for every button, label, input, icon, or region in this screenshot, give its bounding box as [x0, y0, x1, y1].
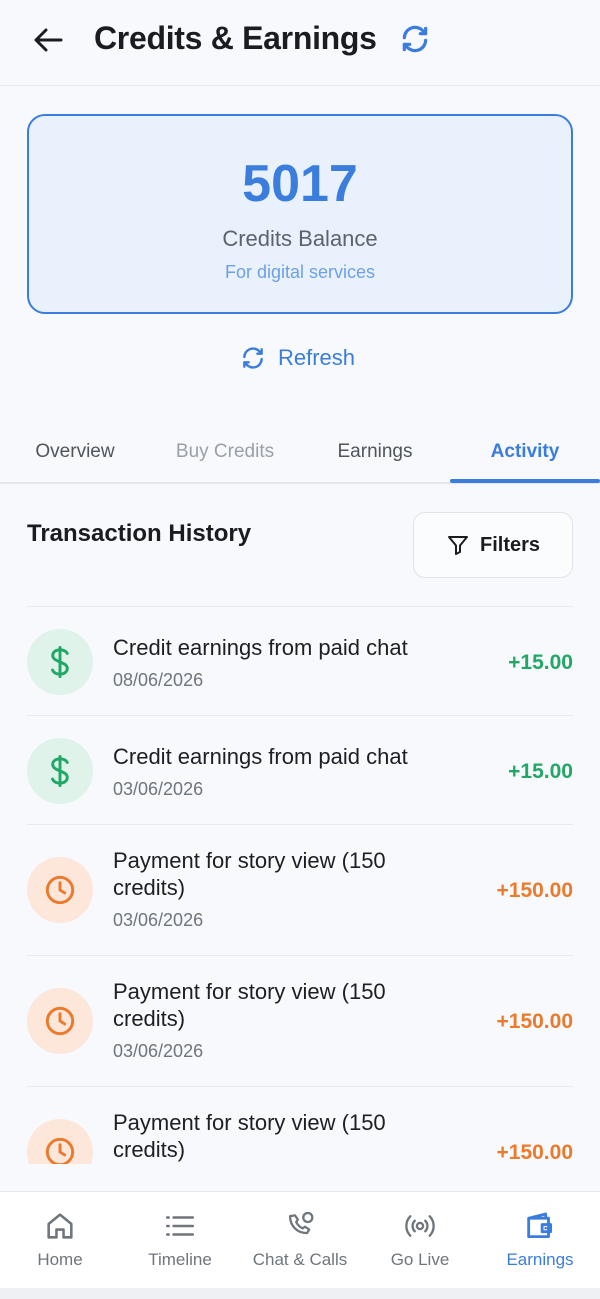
home-icon — [40, 1208, 80, 1244]
arrow-left-icon — [34, 28, 63, 52]
transaction-date: 03/06/2026 — [113, 910, 204, 930]
tab-activity[interactable]: Activity — [450, 420, 600, 484]
nav-go-live[interactable]: Go Live — [360, 1192, 480, 1289]
transaction-title: Payment for story view (150 credits) — [113, 979, 386, 1031]
transaction-amount: +150.00 — [496, 879, 574, 902]
transaction-history-title: Transaction History — [27, 520, 252, 547]
tab-earnings[interactable]: Earnings — [300, 420, 450, 484]
tab-overview[interactable]: Overview — [0, 420, 150, 484]
header-refresh-button[interactable] — [396, 20, 434, 58]
refresh-icon — [243, 347, 263, 369]
nav-chat-calls-label: Chat & Calls — [252, 1250, 348, 1269]
transaction-date: 03/06/2026 — [113, 1041, 204, 1061]
nav-earnings[interactable]: Earnings — [480, 1192, 600, 1289]
transaction-amount: +150.00 — [496, 1010, 574, 1033]
page-title: Credits & Earnings — [94, 20, 377, 56]
transaction-list: Credit earnings from paid chat 08/06/202… — [27, 606, 573, 1164]
nav-timeline[interactable]: Timeline — [120, 1192, 240, 1289]
phone-chat-icon — [280, 1208, 320, 1244]
list-icon — [160, 1208, 200, 1244]
clock-icon — [27, 988, 93, 1054]
transaction-row[interactable]: Credit earnings from paid chat 08/06/202… — [27, 606, 573, 715]
transaction-amount: +150.00 — [496, 1141, 574, 1164]
transaction-row[interactable]: Credit earnings from paid chat 03/06/202… — [27, 715, 573, 824]
app-header: Credits & Earnings — [0, 0, 600, 86]
credits-balance-label: Credits Balance — [222, 226, 378, 251]
transaction-title: Credit earnings from paid chat — [113, 635, 408, 660]
tab-buy-credits[interactable]: Buy Credits — [150, 420, 300, 484]
transaction-date: 03/06/2026 — [113, 779, 204, 799]
nav-earnings-label: Earnings — [506, 1250, 574, 1269]
nav-home[interactable]: Home — [0, 1192, 120, 1289]
refresh-label: Refresh — [278, 345, 356, 370]
active-tab-indicator — [450, 479, 600, 483]
nav-chat-calls[interactable]: Chat & Calls — [240, 1192, 360, 1289]
transaction-amount: +15.00 — [508, 760, 573, 783]
bottom-navigation: Home Timeline Chat & Calls Go Live Earni… — [0, 1191, 600, 1288]
refresh-icon — [402, 25, 428, 53]
nav-go-live-label: Go Live — [390, 1250, 450, 1269]
credits-balance-subtitle: For digital services — [224, 262, 376, 282]
tab-bar: Overview Buy Credits Earnings Activity — [0, 420, 600, 484]
filters-label: Filters — [479, 533, 541, 556]
transaction-title: Credit earnings from paid chat — [113, 744, 408, 769]
clock-icon — [27, 1119, 93, 1164]
broadcast-icon — [400, 1208, 440, 1244]
transaction-row[interactable]: Payment for story view (150 credits) +15… — [27, 1086, 573, 1164]
wallet-icon — [520, 1208, 560, 1244]
transaction-row[interactable]: Payment for story view (150 credits) 03/… — [27, 824, 573, 955]
filters-button[interactable]: Filters — [413, 512, 573, 578]
nav-timeline-label: Timeline — [148, 1250, 212, 1269]
transaction-title: Payment for story view (150 credits) — [113, 848, 386, 900]
credits-balance-card: 5017 Credits Balance For digital service… — [27, 114, 573, 314]
dollar-icon — [27, 629, 93, 695]
refresh-button[interactable]: Refresh — [240, 340, 355, 376]
system-bar-strip — [0, 1288, 600, 1299]
dollar-icon — [27, 738, 93, 804]
filter-icon — [447, 536, 468, 555]
credits-balance-value: 5017 — [242, 155, 358, 213]
transaction-date: 08/06/2026 — [113, 670, 204, 690]
nav-home-label: Home — [37, 1250, 83, 1269]
transaction-row[interactable]: Payment for story view (150 credits) 03/… — [27, 955, 573, 1086]
back-button[interactable] — [28, 20, 68, 60]
transaction-title: Payment for story view (150 credits) — [113, 1110, 386, 1162]
transaction-amount: +15.00 — [508, 651, 573, 674]
clock-icon — [27, 857, 93, 923]
